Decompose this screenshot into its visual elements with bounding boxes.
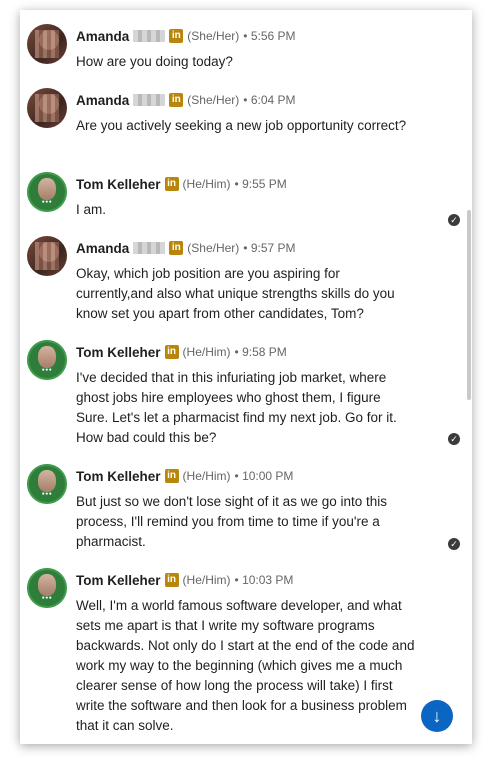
linkedin-icon: in [164,469,179,483]
message-text: Are you actively seeking a new job oppor… [76,118,407,133]
sender-name[interactable]: Tom Kelleher [76,345,161,360]
message-text: How are you doing today? [76,54,233,69]
message-text: I've decided that in this infuriating jo… [76,370,397,445]
timestamp: • 9:57 PM [243,241,296,255]
sender-name[interactable]: Amanda [76,93,129,108]
sender-name[interactable]: Tom Kelleher [76,573,161,588]
pronouns: (She/Her) [187,241,240,255]
avatar[interactable] [27,88,67,128]
timestamp: • 9:55 PM [234,177,287,191]
pronouns: (He/Him) [182,469,231,483]
scroll-thumb[interactable] [467,210,471,400]
message-text: Okay, which job position are you aspirin… [76,266,395,321]
sender-name[interactable]: Amanda [76,241,129,256]
linkedin-icon: in [169,93,184,107]
timestamp: • 10:03 PM [234,573,294,587]
avatar[interactable] [27,236,67,276]
timestamp: • 5:56 PM [243,29,296,43]
linkedin-icon: in [169,29,184,43]
linkedin-icon: in [164,573,179,587]
pronouns: (He/Him) [182,177,231,191]
linkedin-icon: in [169,241,184,255]
avatar[interactable]: ●●● [27,340,67,380]
linkedin-icon: in [164,177,179,191]
avatar[interactable]: ●●● [27,172,67,212]
arrow-down-icon[interactable]: ↓ [421,700,453,732]
sender-name[interactable]: Tom Kelleher [76,469,161,484]
check-circle-icon: ✓ [448,538,460,550]
timestamp: • 10:00 PM [234,469,294,483]
message-text: Well, I'm a world famous software develo… [76,598,415,733]
check-circle-icon: ✓ [448,433,460,445]
redacted-surname [133,94,166,106]
timestamp: • 6:04 PM [243,93,296,107]
timestamp: • 9:58 PM [234,345,287,359]
pronouns: (She/Her) [187,29,240,43]
sender-name[interactable]: Tom Kelleher [76,177,161,192]
pronouns: (He/Him) [182,573,231,587]
redacted-surname [133,242,166,254]
avatar[interactable]: ●●● [27,464,67,504]
check-circle-icon: ✓ [448,214,460,226]
avatar[interactable]: ●●● [27,568,67,608]
redacted-surname [133,30,166,42]
scrollbar[interactable] [466,10,472,744]
sender-name[interactable]: Amanda [76,29,129,44]
avatar[interactable] [27,24,67,64]
message-thread: Amanda in (She/Her) • 5:56 PM How are yo… [20,10,472,744]
message-text: But just so we don't lose sight of it as… [76,494,387,549]
message-text: I am. [76,202,107,217]
pronouns: (She/Her) [187,93,240,107]
pronouns: (He/Him) [182,345,231,359]
linkedin-icon: in [164,345,179,359]
